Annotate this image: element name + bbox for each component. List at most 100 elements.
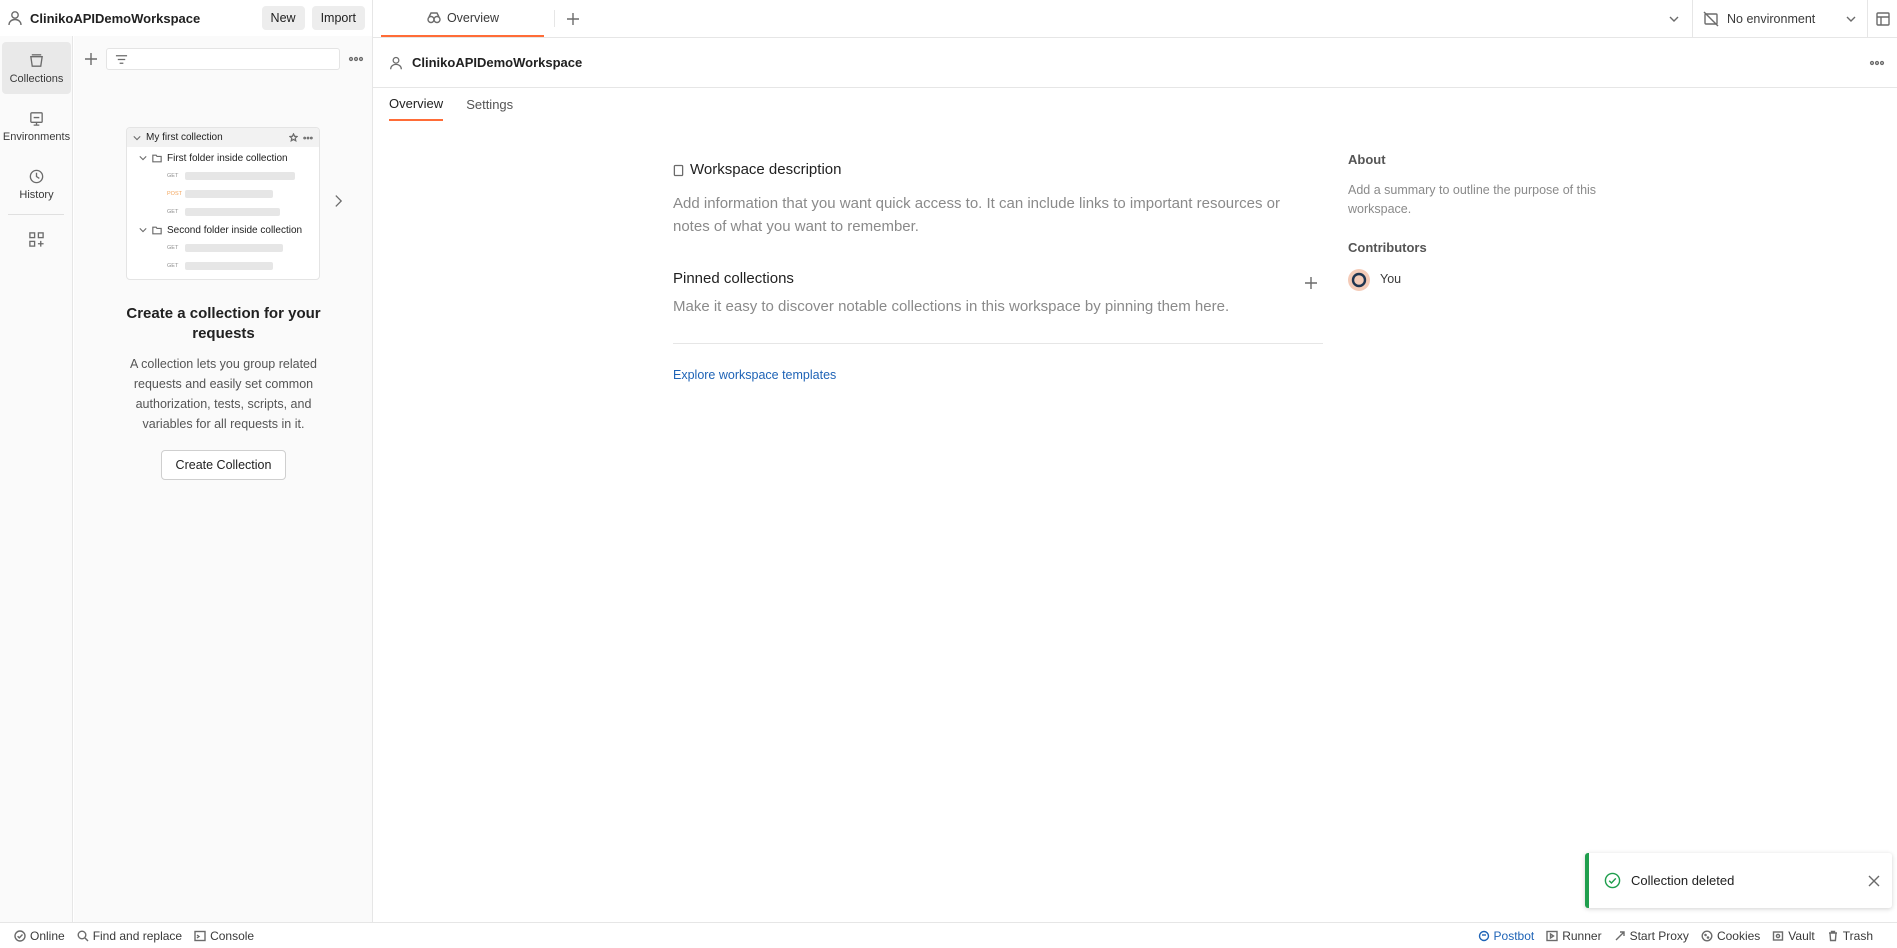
console-icon <box>194 930 206 942</box>
chevron-right-icon <box>334 194 343 208</box>
trash-icon <box>1827 930 1839 942</box>
status-bar: Online Find and replace Console Postbot … <box>0 922 1897 948</box>
rail-label: History <box>19 188 54 201</box>
preview-collection-row: My first collection <box>127 128 319 147</box>
apps-icon[interactable] <box>0 219 72 259</box>
rail-item-environments[interactable]: Environments <box>2 100 71 152</box>
filter-icon <box>115 53 128 66</box>
status-label: Console <box>210 928 255 943</box>
status-label: Trash <box>1842 928 1873 943</box>
add-tab-icon[interactable] <box>555 0 591 37</box>
preview-request-row: GET <box>127 257 319 275</box>
preview-placeholder-bar <box>185 244 283 252</box>
collection-preview-illustration: My first collection First folder inside … <box>126 127 320 280</box>
folder-icon <box>152 226 162 235</box>
online-icon <box>14 929 26 942</box>
add-pinned-collection-icon[interactable] <box>1304 276 1318 290</box>
chevron-down-icon[interactable] <box>1656 0 1692 37</box>
environment-quick-look-icon[interactable] <box>1867 0 1897 37</box>
preview-folder-row: First folder inside collection <box>127 149 319 167</box>
environments-icon <box>28 110 45 127</box>
runner-icon <box>1546 930 1558 942</box>
status-label: Start Proxy <box>1629 928 1689 943</box>
about-summary[interactable]: Add a summary to outline the purpose of … <box>1348 181 1638 219</box>
new-button[interactable]: New <box>261 6 305 30</box>
cookies-button[interactable]: Cookies <box>1701 929 1760 943</box>
workspace-tabs: Overview Settings <box>373 88 1897 122</box>
chevron-down-icon <box>139 154 147 162</box>
environment-selector[interactable]: No environment <box>1692 0 1867 37</box>
create-collection-button[interactable]: Create Collection <box>161 450 286 480</box>
tab-overview-main[interactable]: Overview <box>389 88 444 121</box>
nav-rail: Collections Environments History <box>0 36 73 922</box>
import-button[interactable]: Import <box>311 6 365 30</box>
empty-state-description: A collection lets you group related requ… <box>130 357 317 431</box>
status-label: Find and replace <box>92 928 183 943</box>
console-button[interactable]: Console <box>194 929 254 943</box>
tab-settings[interactable]: Settings <box>466 88 513 121</box>
toast-notification: Collection deleted <box>1585 853 1892 908</box>
user-icon <box>6 9 24 27</box>
status-label: Online <box>30 928 65 943</box>
user-icon <box>388 55 404 71</box>
search-input[interactable] <box>134 52 339 66</box>
rail-label: Environments <box>2 130 71 143</box>
vault-button[interactable]: Vault <box>1772 928 1815 943</box>
add-collection-icon[interactable] <box>84 52 98 66</box>
toast-message: Collection deleted <box>1631 873 1735 888</box>
more-options-icon[interactable] <box>1869 55 1885 71</box>
about-heading: About <box>1348 152 1386 167</box>
rail-item-collections[interactable]: Collections <box>2 42 71 94</box>
preview-folder-row: Second folder inside collection <box>127 221 319 239</box>
pinned-collections-heading: Pinned collections <box>673 270 794 287</box>
workspace-name[interactable]: ClinikoAPIDemoWorkspace <box>30 11 262 26</box>
preview-placeholder-bar <box>185 190 273 198</box>
workspace-description-heading: Workspace description <box>690 161 842 178</box>
rail-divider <box>8 214 64 215</box>
overview-icon <box>426 10 442 26</box>
preview-placeholder-bar <box>185 172 295 180</box>
status-label: Cookies <box>1716 928 1761 943</box>
preview-method: GET <box>167 173 179 179</box>
status-label: Vault <box>1788 928 1815 943</box>
no-environment-icon <box>1703 11 1719 27</box>
start-proxy-button[interactable]: Start Proxy <box>1614 929 1689 943</box>
preview-method: GET <box>167 209 179 215</box>
page-title: ClinikoAPIDemoWorkspace <box>412 55 583 70</box>
main-header: ClinikoAPIDemoWorkspace <box>373 38 1897 88</box>
preview-method: POST <box>167 191 182 197</box>
proxy-icon <box>1614 930 1626 942</box>
rail-item-history[interactable]: History <box>2 158 71 210</box>
pinned-collections-placeholder: Make it easy to discover notable collect… <box>673 298 1230 315</box>
search-collections[interactable] <box>106 48 340 70</box>
preview-method: GET <box>167 263 179 269</box>
workspace-description-input[interactable]: Add information that you want quick acce… <box>673 192 1313 238</box>
preview-method: GET <box>167 245 179 251</box>
postbot-button[interactable]: Postbot <box>1478 929 1534 943</box>
collections-icon <box>28 52 45 69</box>
preview-folder-name: Second folder inside collection <box>167 224 303 236</box>
explore-templates-link[interactable]: Explore workspace templates <box>673 368 836 382</box>
rail-label: Collections <box>9 72 64 85</box>
chevron-down-icon <box>1845 13 1857 25</box>
status-label: Runner <box>1562 928 1602 943</box>
collections-sidebar: My first collection First folder inside … <box>74 36 373 922</box>
runner-button[interactable]: Runner <box>1546 928 1602 943</box>
postbot-icon <box>1478 930 1490 942</box>
preview-placeholder-bar <box>185 262 273 270</box>
workspace-header: ClinikoAPIDemoWorkspace New Import <box>0 0 373 36</box>
trash-button[interactable]: Trash <box>1827 929 1873 943</box>
online-status[interactable]: Online <box>14 929 65 943</box>
tab-bar: Overview No environment <box>373 0 1897 38</box>
contributors-heading: Contributors <box>1348 240 1427 255</box>
section-divider <box>673 343 1323 344</box>
tab-overview[interactable]: Overview <box>381 0 544 37</box>
close-icon[interactable] <box>1868 875 1880 887</box>
preview-request-row: GET <box>127 203 319 221</box>
find-and-replace-button[interactable]: Find and replace <box>77 929 182 943</box>
more-options-icon[interactable] <box>348 51 364 67</box>
preview-request-row: GET <box>127 167 319 185</box>
folder-icon <box>152 154 162 163</box>
contributor-name: You <box>1380 272 1402 286</box>
description-icon <box>673 164 684 177</box>
